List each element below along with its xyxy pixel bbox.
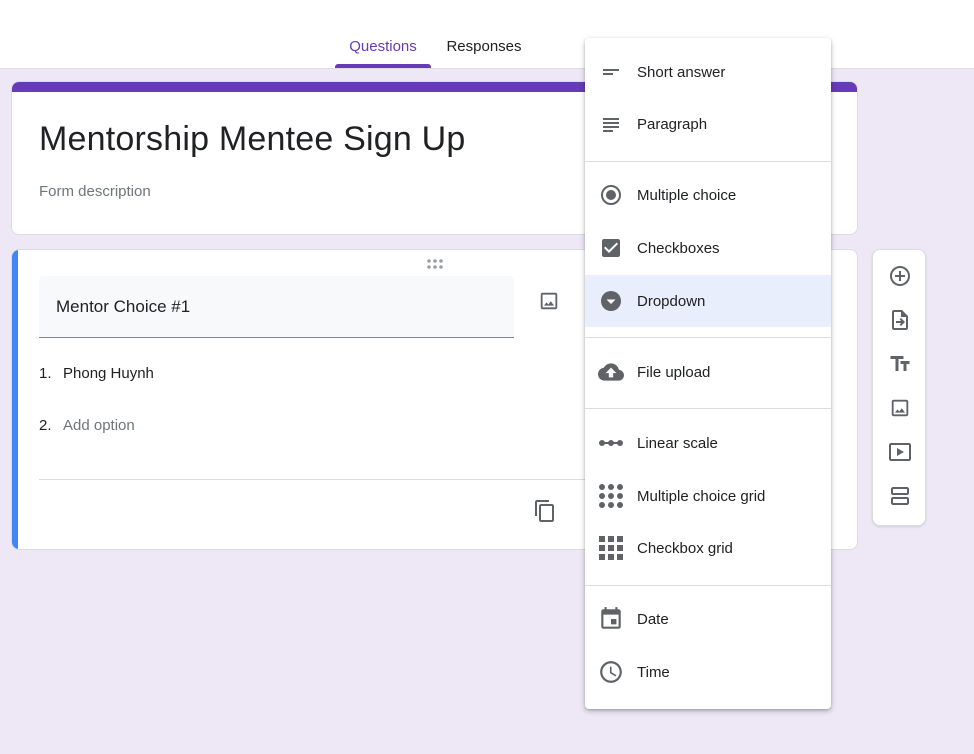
menu-item-label: Checkbox grid	[637, 539, 733, 557]
radio-button-icon	[598, 182, 624, 208]
dot-grid-icon	[598, 483, 624, 509]
paragraph-icon	[598, 111, 624, 137]
question-type-menu: Short answer Paragraph Multiple choice C…	[585, 38, 831, 709]
menu-item-time[interactable]: Time	[585, 646, 831, 698]
side-toolbar	[872, 249, 926, 526]
calendar-icon	[598, 606, 624, 632]
form-title[interactable]: Mentorship Mentee Sign Up	[39, 120, 465, 159]
active-question-indicator	[12, 250, 18, 549]
import-questions-icon[interactable]	[886, 306, 914, 334]
checkbox-icon	[598, 235, 624, 261]
question-title-text: Mentor Choice #1	[56, 297, 191, 316]
menu-item-label: Multiple choice	[637, 186, 737, 204]
menu-divider	[585, 161, 831, 162]
menu-item-label: Checkboxes	[637, 239, 720, 257]
linear-scale-icon	[598, 430, 624, 456]
menu-item-paragraph[interactable]: Paragraph	[585, 98, 831, 150]
menu-item-label: Linear scale	[637, 434, 718, 452]
option-number: 1.	[39, 365, 52, 382]
menu-item-multiple-choice-grid[interactable]: Multiple choice grid	[585, 470, 831, 522]
cloud-upload-icon	[598, 359, 624, 385]
menu-item-label: Date	[637, 610, 669, 628]
add-option-input[interactable]: Add option	[63, 417, 135, 434]
menu-divider	[585, 337, 831, 338]
duplicate-icon[interactable]	[532, 498, 558, 524]
menu-item-multiple-choice[interactable]: Multiple choice	[585, 169, 831, 221]
menu-item-dropdown[interactable]: Dropdown	[585, 275, 831, 327]
add-title-icon[interactable]	[886, 350, 914, 378]
menu-item-short-answer[interactable]: Short answer	[585, 46, 831, 98]
menu-item-date[interactable]: Date	[585, 593, 831, 645]
menu-item-file-upload[interactable]: File upload	[585, 346, 831, 398]
menu-item-label: Time	[637, 663, 670, 681]
menu-item-label: Paragraph	[637, 115, 708, 133]
drag-handle-icon[interactable]	[426, 257, 444, 269]
menu-item-checkboxes[interactable]: Checkboxes	[585, 222, 831, 274]
menu-item-checkbox-grid[interactable]: Checkbox grid	[585, 522, 831, 574]
add-image-icon[interactable]	[536, 288, 562, 314]
menu-item-label: Multiple choice grid	[637, 487, 766, 505]
add-image-icon[interactable]	[886, 394, 914, 422]
menu-item-label: Dropdown	[637, 292, 706, 310]
menu-item-label: File upload	[637, 363, 711, 381]
question-footer-divider	[39, 479, 612, 480]
clock-icon	[598, 659, 624, 685]
menu-divider	[585, 408, 831, 409]
question-title-input[interactable]: Mentor Choice #1	[39, 276, 514, 338]
square-grid-icon	[598, 535, 624, 561]
option-number: 2.	[39, 417, 52, 434]
add-question-icon[interactable]	[886, 262, 914, 290]
menu-item-linear-scale[interactable]: Linear scale	[585, 417, 831, 469]
menu-divider	[585, 585, 831, 586]
tab-responses[interactable]: Responses	[436, 38, 532, 68]
active-tab-indicator	[335, 64, 431, 68]
short-answer-icon	[598, 59, 624, 85]
dropdown-circle-icon	[598, 288, 624, 314]
add-video-icon[interactable]	[886, 438, 914, 466]
option-text[interactable]: Phong Huynh	[63, 365, 154, 382]
menu-item-label: Short answer	[637, 63, 726, 81]
add-section-icon[interactable]	[886, 482, 914, 510]
form-description-field[interactable]: Form description	[39, 183, 151, 200]
